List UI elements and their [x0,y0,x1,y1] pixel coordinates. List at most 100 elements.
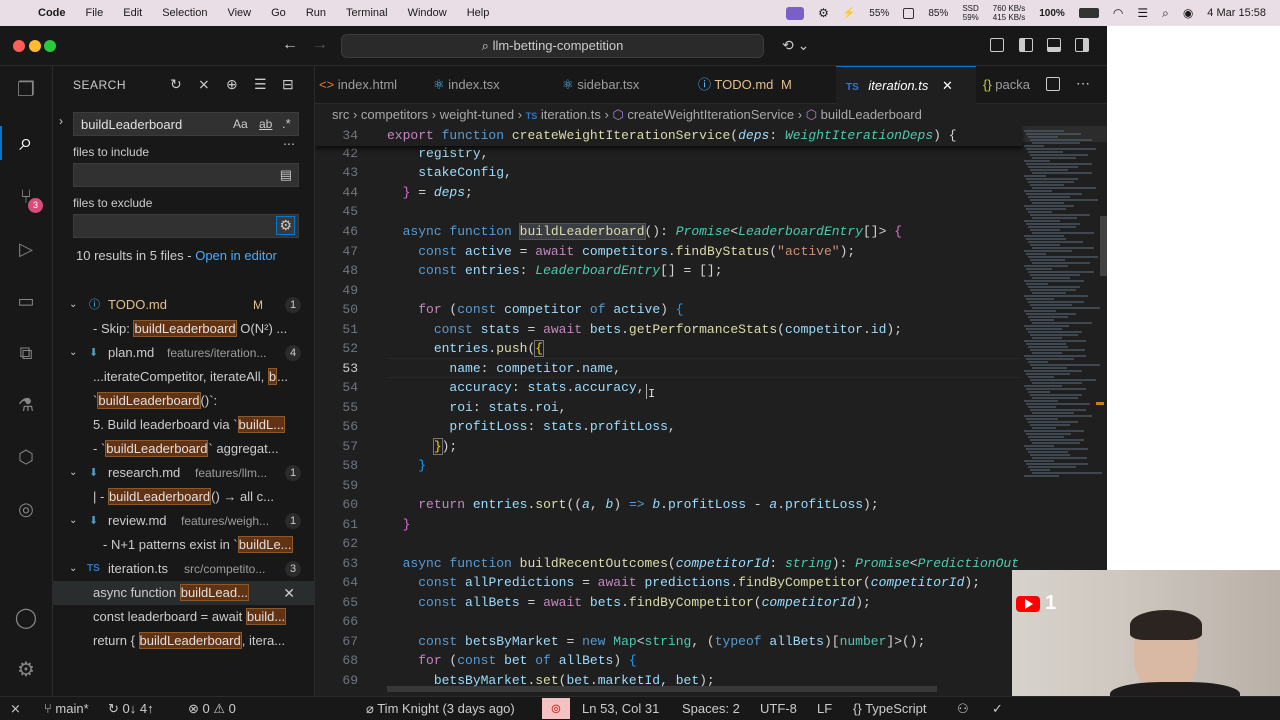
result-match[interactable]: - `buildLeaderboard` aggregat... [53,437,315,461]
tab-sidebar-tsx[interactable]: ⚛ sidebar.tsx [562,66,686,104]
tab-todo-md[interactable]: ⓘ TODO.md M [698,66,833,104]
network-speed[interactable]: 760 KB/s 415 KB/s [993,4,1025,22]
copilot-icon[interactable]: ⟲ ⌄ [782,37,809,54]
customize-layout-icon[interactable] [990,38,1004,52]
accounts-icon[interactable]: ◯ [13,604,39,630]
open-editors-only-icon[interactable]: ▤ [280,167,292,183]
toggle-search-details-icon[interactable]: ⋯ [283,137,295,151]
menu-selection[interactable]: Selection [162,7,207,19]
copilot-chat-icon[interactable]: ◎ [13,496,39,522]
siri-icon[interactable]: ◉ [1183,6,1193,20]
result-match[interactable]: const leaderboard = await build... [53,605,315,629]
breadcrumb-item[interactable]: buildLeaderboard [821,107,922,122]
minimap-scrollbar[interactable] [1100,216,1107,276]
result-match[interactable]: - N+1 patterns exist in `buildLe... [53,533,315,557]
screen-record-icon[interactable] [786,6,805,20]
cpu-chip-icon[interactable]: ⚙ [818,6,829,20]
window-zoom-button[interactable] [44,40,56,52]
breadcrumb-item[interactable]: src [332,107,349,122]
result-file-plan[interactable]: ⌄ ⬇ plan.md features/iteration... 4 [53,341,315,365]
encoding[interactable]: UTF-8 [760,697,797,720]
menu-terminal[interactable]: Terminal [346,7,388,19]
tab-index-tsx[interactable]: ⚛ index.tsx [433,66,551,104]
command-center-search[interactable]: ⌕ llm-betting-competition [341,34,764,58]
menu-run[interactable]: Run [306,7,326,19]
open-in-editor-link[interactable]: Open in editor [195,248,277,263]
tab-index-html[interactable]: <> index.html [315,66,423,104]
menu-app-name[interactable]: Code [38,7,66,19]
horizontal-scrollbar[interactable] [387,686,937,692]
result-file-todo[interactable]: ⌄ ⓘ TODO.md M 1 [53,293,315,317]
explorer-icon[interactable]: ❐ [13,76,39,102]
collapse-all-icon[interactable]: ⊟ [282,76,294,93]
sticky-scroll-header[interactable]: 34 export function createWeightIteration… [315,126,1022,146]
result-match-selected[interactable]: async function buildLead... ✕ [53,581,315,605]
toggle-sidebar-icon[interactable] [1019,38,1033,52]
cursor-position[interactable]: Ln 53, Col 31 [582,697,659,720]
back-arrow-icon[interactable]: ← [282,36,298,54]
clear-results-icon[interactable]: ⨯ [198,76,210,93]
toggle-replace-chevron-icon[interactable]: › [59,114,63,128]
language-mode[interactable]: {} TypeScript [853,697,926,720]
result-file-iteration[interactable]: ⌄ TS iteration.ts src/competito... 3 [53,557,315,581]
new-search-editor-icon[interactable]: ⊕ [226,76,238,93]
result-match[interactable]: `buildLeaderboard()`: [53,389,315,413]
sync-status[interactable]: ↻ 0↓ 4↑ [108,697,154,720]
run-debug-icon[interactable]: ▷ [13,236,39,262]
breadcrumb-item[interactable]: iteration.ts [541,107,601,122]
result-match[interactable]: 5. Build leaderboard via `buildL... [53,413,315,437]
control-center-icon[interactable]: ☰ [1137,6,1148,20]
window-minimize-button[interactable] [29,40,41,52]
result-match[interactable]: ...iterateCompetitor, iterateAll, b... [53,365,315,389]
forward-arrow-icon[interactable]: → [312,36,328,54]
close-icon[interactable]: ✕ [942,78,953,93]
files-include-input[interactable]: ▤ [73,163,299,187]
view-as-tree-icon[interactable]: ☰ [254,76,267,93]
search-icon[interactable]: ⌕ [13,129,39,156]
ssd-usage[interactable]: SSD 59% [962,4,978,22]
end-of-line[interactable]: LF [817,697,832,720]
copilot-status-icon[interactable]: ⚇ [957,697,969,720]
result-match[interactable]: - Skip: buildLeaderboard O(N²) ... [53,317,315,341]
search-input[interactable]: buildLeaderboard Aa ab .* [73,112,299,136]
toggle-secondary-sidebar-icon[interactable] [1075,38,1089,52]
cpu-usage[interactable]: 55% [869,8,889,19]
source-control-icon[interactable]: ⑂ 3 [13,184,43,213]
result-match[interactable]: return { buildLeaderboard, itera... [53,629,315,653]
extensions-icon[interactable]: ⧉ [13,340,39,366]
breadcrumb-item[interactable]: weight-tuned [440,107,514,122]
manage-gear-icon[interactable]: ⚙ [13,656,39,682]
refresh-icon[interactable]: ↻ [170,76,182,93]
tab-package-json[interactable]: {} packa [983,66,1039,104]
use-exclude-settings-icon[interactable]: ⚙ [276,216,295,235]
tab-iteration-ts[interactable]: TS iteration.ts ✕ [836,66,976,104]
battery-percent[interactable]: 100% [1039,8,1065,19]
files-exclude-input[interactable]: ⚙ [73,214,299,238]
more-actions-icon[interactable]: ⋯ [1076,75,1090,92]
menu-clock[interactable]: 4 Mar 15:58 [1207,7,1266,19]
menu-help[interactable]: Help [467,7,490,19]
breadcrumb-item[interactable]: competitors [361,107,428,122]
window-close-button[interactable] [13,40,25,52]
docker-icon[interactable]: ⬡ [13,444,39,470]
menu-go[interactable]: Go [271,7,286,19]
toggle-panel-icon[interactable] [1047,38,1061,52]
match-case-toggle[interactable]: Aa [233,117,248,131]
code-editor[interactable]: 34 export function createWeightIteration… [315,126,1107,696]
recording-indicator-icon[interactable]: ⊚ [542,698,570,719]
problems-status[interactable]: ⊗ 0 ⚠ 0 [188,697,236,720]
split-editor-icon[interactable] [1046,77,1060,91]
search-icon[interactable]: ⌕ [1162,6,1169,21]
result-match[interactable]: | - buildLeaderboard() → all c... [53,485,315,509]
menu-file[interactable]: File [86,7,104,19]
result-file-review[interactable]: ⌄ ⬇ review.md features/weigh... 1 [53,509,315,533]
result-file-research[interactable]: ⌄ ⬇ research.md features/llm... 1 [53,461,315,485]
menu-view[interactable]: View [227,7,251,19]
testing-icon[interactable]: ⚗ [13,392,39,418]
breadcrumb-item[interactable]: createWeightIterationService [627,107,794,122]
match-word-toggle[interactable]: ab [259,117,272,131]
remote-explorer-icon[interactable]: ▭ [13,288,39,314]
wifi-icon[interactable]: ◠ [1113,6,1123,20]
menu-edit[interactable]: Edit [123,7,142,19]
gpu-usage[interactable]: 85% [928,8,948,19]
